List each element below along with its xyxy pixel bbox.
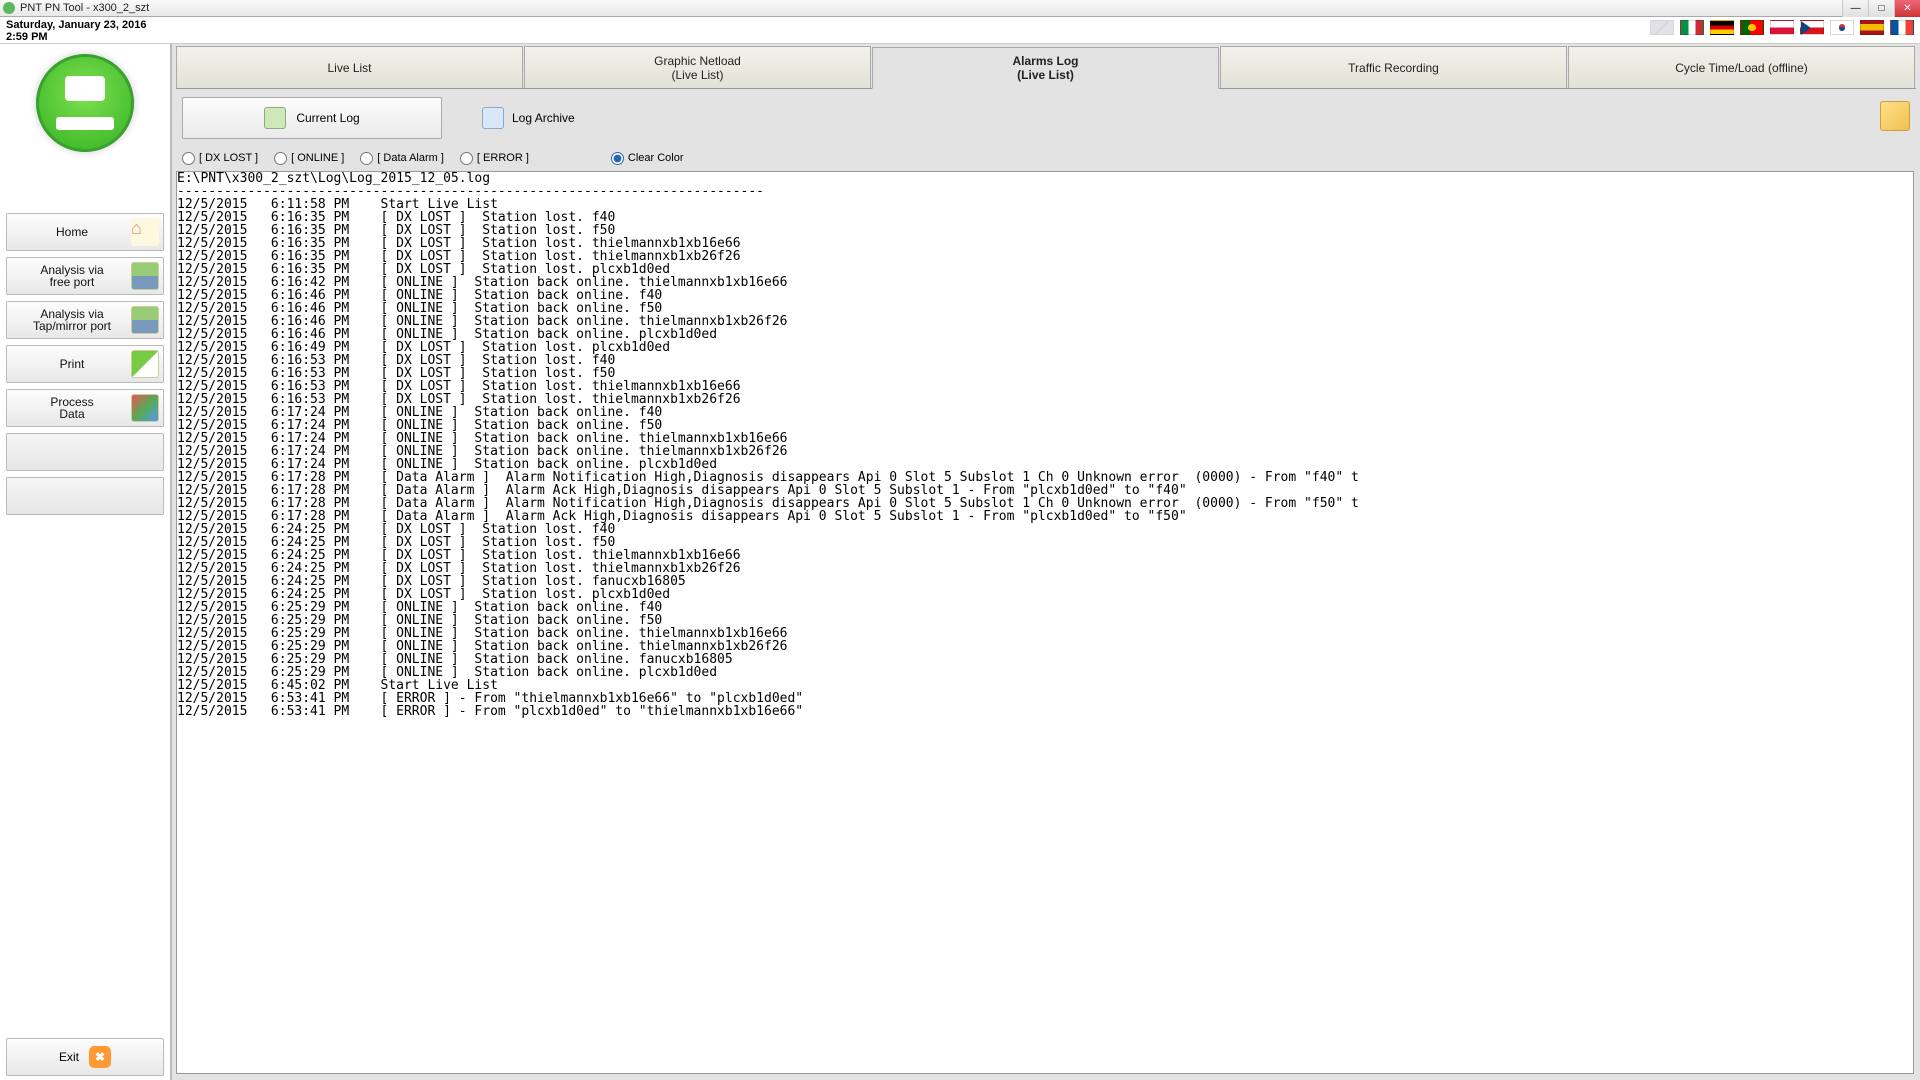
analysis-free-label: Analysis via free port [7,264,131,288]
flag-en[interactable] [1650,20,1674,35]
flag-cz[interactable] [1800,20,1824,35]
print-label: Print [7,358,131,370]
home-icon [131,218,159,246]
tab-graphic-netload-l1: Graphic Netload [654,54,741,68]
current-date: Saturday, January 23, 2016 [6,19,146,31]
language-flags [1650,20,1914,35]
data-icon [131,394,159,422]
process-data-label: Process Data [7,396,131,420]
print-button[interactable]: Print [6,345,164,383]
log-archive-label: Log Archive [512,111,575,125]
flag-kr[interactable] [1830,20,1854,35]
flag-fr[interactable] [1890,20,1914,35]
filter-dx-lost[interactable]: [ DX LOST ] [182,152,258,165]
current-log-label: Current Log [296,111,359,125]
log-container[interactable]: E:\PNT\x300_2_szt\Log\Log_2015_12_05.log… [176,171,1914,1074]
tab-traffic-recording[interactable]: Traffic Recording [1220,46,1567,88]
home-label: Home [7,226,131,238]
current-time: 2:59 PM [6,31,48,43]
sidebar: Home Analysis via free port Analysis via… [0,44,172,1080]
process-data-button[interactable]: Process Data [6,389,164,427]
exit-button[interactable]: Exit ✖ [6,1038,164,1076]
maximize-button[interactable]: □ [1868,0,1894,17]
empty-button-1[interactable] [6,433,164,471]
current-log-button[interactable]: Current Log [182,97,442,139]
date-bar: Saturday, January 23, 2016 2:59 PM [0,17,1920,44]
log-toolbar: Current Log Log Archive [172,89,1920,147]
tab-alarms-log-l2: (Live List) [1017,68,1074,82]
window-controls: — □ ✕ [1842,0,1920,17]
window-title: PNT PN Tool - x300_2_szt [20,2,149,14]
export-icon[interactable] [1880,101,1910,131]
analysis-tap-port-button[interactable]: Analysis via Tap/mirror port [6,301,164,339]
log-content: ----------------------------------------… [177,185,1913,718]
filter-data-alarm[interactable]: [ Data Alarm ] [360,152,444,165]
tab-graphic-netload-l2: (Live List) [671,68,723,82]
tab-live-list[interactable]: Live List [176,46,523,88]
tab-traffic-recording-label: Traffic Recording [1348,61,1439,75]
flag-es[interactable] [1860,20,1884,35]
main-tabs: Live List Graphic Netload (Live List) Al… [176,46,1916,89]
log-archive-button[interactable]: Log Archive [482,107,575,129]
main-panel: Live List Graphic Netload (Live List) Al… [172,44,1920,1080]
app-icon [3,2,15,14]
filter-error[interactable]: [ ERROR ] [460,152,529,165]
tab-graphic-netload[interactable]: Graphic Netload (Live List) [524,46,871,88]
flag-pl[interactable] [1770,20,1794,35]
tab-alarms-log-l1: Alarms Log [1012,54,1078,68]
mirror-port-icon [131,306,159,334]
tab-cycle-time-label: Cycle Time/Load (offline) [1675,61,1808,75]
print-icon [131,350,159,378]
filter-row: [ DX LOST ] [ ONLINE ] [ Data Alarm ] [ … [172,147,1920,169]
home-button[interactable]: Home [6,213,164,251]
tab-alarms-log[interactable]: Alarms Log (Live List) [872,47,1219,89]
close-button[interactable]: ✕ [1894,0,1920,17]
network-logo-icon [36,54,134,152]
flag-pt[interactable] [1740,20,1764,35]
flag-de[interactable] [1710,20,1734,35]
current-log-icon [264,107,286,129]
empty-button-2[interactable] [6,477,164,515]
tab-live-list-label: Live List [327,61,371,75]
exit-label: Exit [59,1050,79,1064]
analysis-tap-label: Analysis via Tap/mirror port [7,308,131,332]
analysis-free-port-button[interactable]: Analysis via free port [6,257,164,295]
port-icon [131,262,159,290]
exit-icon: ✖ [89,1046,111,1068]
tab-cycle-time[interactable]: Cycle Time/Load (offline) [1568,46,1915,88]
flag-it[interactable] [1680,20,1704,35]
log-archive-icon [482,107,504,129]
filter-online[interactable]: [ ONLINE ] [274,152,344,165]
window-titlebar: PNT PN Tool - x300_2_szt — □ ✕ [0,0,1920,17]
minimize-button[interactable]: — [1842,0,1868,17]
filter-clear-color[interactable]: Clear Color [611,152,684,165]
